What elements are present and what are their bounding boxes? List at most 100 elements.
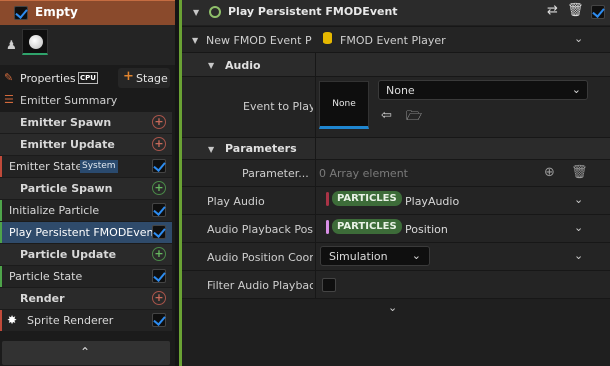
audio-category-row[interactable]: ▼ Audio [182,52,610,76]
module-item-sprite-renderer[interactable]: ✸ Sprite Renderer [0,310,172,331]
audio-playback-position-row: Audio Playback Posi PARTICLES Position ⌄ [182,214,610,242]
module-item-initialize-particle[interactable]: Initialize Particle [0,200,172,221]
chevron-down-icon[interactable]: ⌄ [574,221,583,234]
properties-tab[interactable]: ✎ Properties CPU [2,68,114,88]
properties-tab-label: Properties [20,72,76,85]
type-color-bar [326,192,329,206]
play-audio-value[interactable]: PlayAudio [405,195,459,208]
audio-position-coord-select[interactable]: Simulation ⌄ [320,246,430,266]
new-fmod-event-label: New FMOD Event Pl [206,34,312,47]
module-color-bar [0,200,2,221]
stack-item-label: Emitter Update [20,138,115,151]
audio-playback-position-value[interactable]: Position [405,223,448,236]
audio-position-coord-value: Simulation [329,250,388,263]
add-module-button[interactable]: + [152,247,166,261]
module-enabled-checkbox[interactable] [152,203,166,217]
pencil-icon: ✎ [4,71,14,84]
event-to-play-row: Event to Play None None ⌄ ⇦ 🗁 [182,76,610,137]
module-enabled-checkbox[interactable] [152,313,166,327]
event-asset-combo[interactable]: None ⌄ [378,80,588,100]
module-enabled-checkbox[interactable] [591,5,605,19]
module-enabled-checkbox[interactable] [152,269,166,283]
browse-folder-icon[interactable]: 🗁 [406,107,422,129]
stack-item-particle-spawn[interactable]: Particle Spawn + [0,178,172,199]
advanced-expander-row[interactable]: ⌄ [182,298,610,320]
stack-tabs: ✎ Properties CPU + Stage [0,66,175,90]
chevron-down-icon[interactable]: ⌄ [388,301,397,314]
add-element-icon[interactable]: ⊕ [544,165,555,180]
module-color-bar [0,266,2,287]
module-item-particle-state[interactable]: Particle State [0,266,172,287]
stack-item-label: Emitter State [9,160,83,173]
stack-item-label: Emitter Summary [20,94,118,107]
module-color-bar [0,310,2,331]
emitter-header: Empty [0,0,175,25]
emitter-enabled-checkbox[interactable] [14,6,28,20]
stack-item-emitter-summary[interactable]: ☰ Emitter Summary [0,90,172,111]
emitter-thumbnail-row: ♟ [0,25,175,65]
filter-audio-playback-label: Filter Audio Playbac [207,279,313,292]
module-color-bar [0,222,2,243]
add-module-button[interactable]: + [152,291,166,305]
add-module-button[interactable]: + [152,115,166,129]
particles-badge: PARTICLES [332,191,402,206]
expand-caret-icon[interactable]: ▼ [208,145,214,154]
stack-item-particle-update[interactable]: Particle Update + [0,244,172,265]
audio-playback-position-label: Audio Playback Posi [207,223,313,236]
new-fmod-event-value[interactable]: FMOD Event Player [340,34,446,47]
trash-icon[interactable]: 🗑 [571,165,588,180]
add-module-button[interactable]: + [152,181,166,195]
stack-item-emitter-update[interactable]: Emitter Update + [0,134,172,155]
chevron-down-icon[interactable]: ⌄ [574,249,583,262]
stack-item-label: Play Persistent FMODEvent [9,226,158,239]
parameters-category-row[interactable]: ▼ Parameters [182,137,610,159]
chevron-up-icon: ⌃ [80,345,91,359]
figure-icon: ♟ [6,38,17,52]
chevron-down-icon: ⌄ [571,83,581,96]
stack-item-label: Particle Spawn [20,182,113,195]
module-details-panel: ▼ Play Persistent FMODEvent ⇄ 🗑 ▼ New FM… [179,0,610,366]
stack-item-label: Initialize Particle [9,204,100,217]
emitter-title: Empty [35,5,78,19]
expand-caret-icon[interactable]: ▼ [192,36,198,45]
chevron-down-icon[interactable]: ⌄ [574,32,583,45]
particles-badge: PARTICLES [332,219,402,234]
expand-caret-icon[interactable]: ▼ [208,61,214,70]
asset-thumbnail-text: None [332,99,356,109]
module-item-play-persistent-fmodevent[interactable]: Play Persistent FMODEvent [0,222,172,243]
trash-icon[interactable]: 🗑 [567,3,584,18]
module-header: ▼ Play Persistent FMODEvent ⇄ 🗑 [182,0,610,25]
type-color-bar [326,220,329,234]
system-badge: System [80,160,118,173]
collapse-button[interactable]: ⌃ [2,341,170,365]
emitter-stack-panel: Empty ♟ ✎ Properties CPU + Stage ☰ Emitte… [0,0,175,366]
event-asset-thumbnail[interactable]: None [319,81,369,129]
parameters-category-label: Parameters [225,142,297,155]
chevron-down-icon[interactable]: ⌄ [574,193,583,206]
add-stage-button[interactable]: + Stage [118,68,170,88]
stack-item-label: Particle State [9,270,83,283]
stack-item-label: Render [20,292,65,305]
stage-button-label: Stage [136,72,168,85]
stack-item-emitter-spawn[interactable]: Emitter Spawn + [0,112,172,133]
use-selected-asset-icon[interactable]: ⇦ [381,108,392,123]
add-module-button[interactable]: + [152,137,166,151]
stack-item-label: Emitter Spawn [20,116,112,129]
module-enabled-checkbox[interactable] [152,225,166,239]
shuffle-icon[interactable]: ⇄ [547,3,558,18]
collapse-caret-icon[interactable]: ▼ [193,8,199,17]
new-fmod-event-player-row: ▼ New FMOD Event Pl FMOD Event Player ⌄ [182,26,610,52]
database-icon [323,32,332,44]
stack-item-label: Particle Update [20,248,117,261]
module-enabled-checkbox[interactable] [152,159,166,173]
cpu-badge: CPU [78,72,98,84]
chevron-down-icon: ⌄ [411,249,421,262]
filter-audio-playback-checkbox[interactable] [322,278,336,292]
parameters-value: 0 Array element [319,167,408,180]
emitter-thumbnail[interactable] [22,29,48,55]
module-item-emitter-state[interactable]: Emitter State System [0,156,172,177]
play-audio-label: Play Audio [207,195,265,208]
stack-item-render[interactable]: Render + [0,288,172,309]
audio-category-label: Audio [225,59,261,72]
stack-item-label: Sprite Renderer [27,314,114,327]
